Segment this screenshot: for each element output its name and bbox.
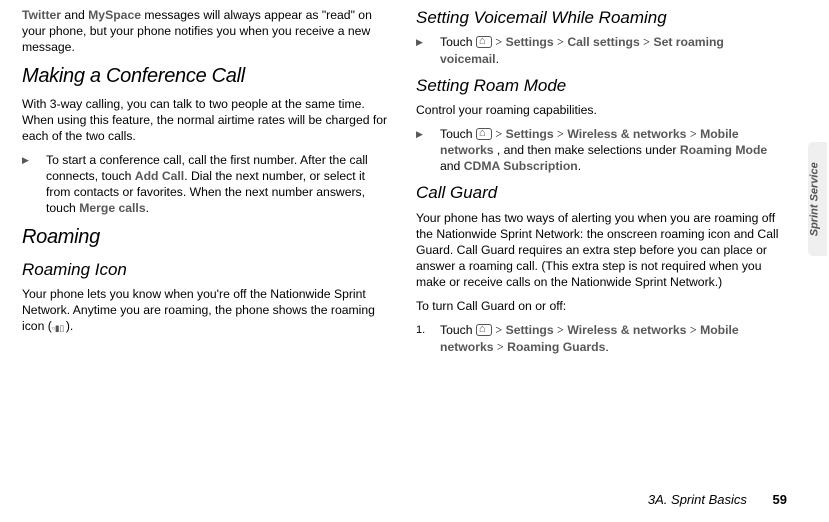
step-call-guard: 1. Touch > Settings > Wireless & network… bbox=[416, 322, 786, 354]
roam-mode-desc: Control your roaming capabilities. bbox=[416, 102, 786, 118]
step-marker-icon: ▶ bbox=[416, 34, 440, 66]
step-conference: ▶ To start a conference call, call the f… bbox=[22, 152, 392, 216]
step-marker-icon: ▶ bbox=[416, 126, 440, 174]
footer-section: 3A. Sprint Basics bbox=[648, 492, 747, 507]
heading-voicemail-roaming: Setting Voicemail While Roaming bbox=[416, 7, 786, 29]
right-column: Setting Voicemail While Roaming ▶ Touch … bbox=[416, 7, 786, 361]
call-guard-onoff-label: To turn Call Guard on or off: bbox=[416, 298, 786, 314]
heading-roaming: Roaming bbox=[22, 224, 392, 250]
conference-desc: With 3-way calling, you can talk to two … bbox=[22, 96, 392, 144]
call-guard-desc: Your phone has two ways of alerting you … bbox=[416, 210, 786, 290]
left-column: Twitter and MySpace messages will always… bbox=[22, 7, 392, 361]
step-roam-mode: ▶ Touch > Settings > Wireless & networks… bbox=[416, 126, 786, 174]
roaming-icon-desc: Your phone lets you know when you're off… bbox=[22, 286, 392, 335]
page-footer: 3A. Sprint Basics 59 bbox=[648, 491, 787, 508]
heading-conference-call: Making a Conference Call bbox=[22, 63, 392, 89]
step-marker-icon: ▶ bbox=[22, 152, 46, 216]
step-vm: ▶ Touch > Settings > Call settings > Set… bbox=[416, 34, 786, 66]
heading-roam-mode: Setting Roam Mode bbox=[416, 75, 786, 97]
home-key-icon bbox=[476, 36, 492, 48]
heading-roaming-icon: Roaming Icon bbox=[22, 259, 392, 281]
twitter-label: Twitter bbox=[22, 8, 61, 22]
side-tab-label: Sprint Service bbox=[808, 162, 823, 236]
roaming-signal-icon: ▫▮▯ bbox=[52, 324, 66, 335]
home-key-icon bbox=[476, 128, 492, 140]
heading-call-guard: Call Guard bbox=[416, 182, 786, 204]
side-tab: Sprint Service bbox=[808, 142, 827, 256]
step-number: 1. bbox=[416, 322, 440, 354]
home-key-icon bbox=[476, 324, 492, 336]
page-number: 59 bbox=[773, 492, 787, 507]
twitter-myspace-note: Twitter and MySpace messages will always… bbox=[22, 7, 392, 55]
myspace-label: MySpace bbox=[88, 8, 141, 22]
